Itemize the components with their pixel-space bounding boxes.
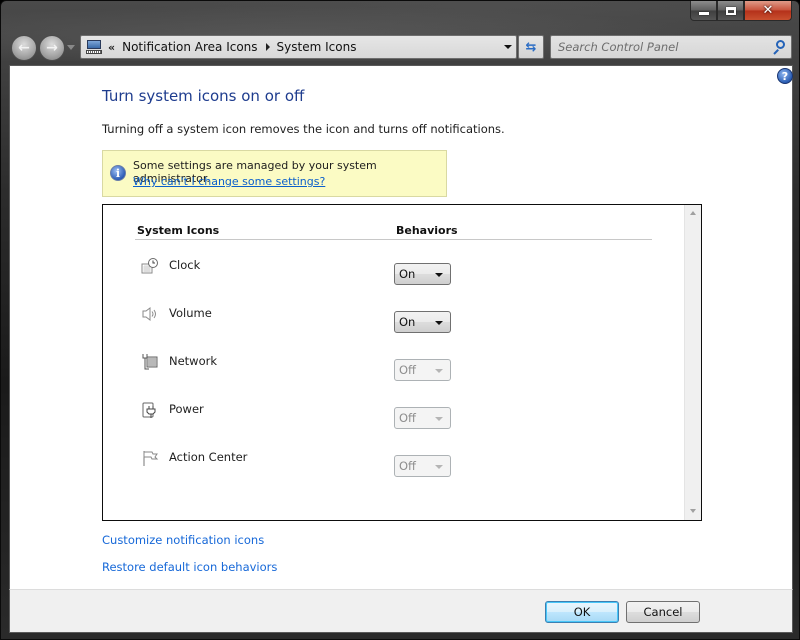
page-description: Turning off a system icon removes the ic… bbox=[102, 122, 505, 136]
select-value: Off bbox=[399, 363, 416, 377]
breadcrumb-separator-icon[interactable] bbox=[265, 43, 270, 51]
maximize-button[interactable] bbox=[717, 1, 744, 21]
flag-icon bbox=[143, 451, 159, 466]
address-history-dropdown[interactable] bbox=[504, 45, 512, 49]
row-label: Network bbox=[169, 354, 218, 368]
power-behavior-select[interactable]: Off bbox=[394, 407, 451, 429]
volume-icon bbox=[142, 307, 156, 321]
select-value: Off bbox=[399, 459, 416, 473]
row-label: Volume bbox=[169, 306, 212, 320]
help-icon[interactable]: ? bbox=[777, 68, 793, 84]
why-cant-i-change-link[interactable]: Why can't I change some settings? bbox=[133, 175, 325, 188]
power-icon bbox=[142, 402, 156, 418]
select-value: On bbox=[399, 267, 416, 281]
recent-pages-dropdown[interactable] bbox=[67, 45, 75, 50]
chevron-down-icon bbox=[435, 321, 443, 325]
volume-behavior-select[interactable]: On bbox=[394, 311, 451, 333]
system-icons-list: System Icons Behaviors Clock On Volume O… bbox=[102, 204, 702, 521]
close-button[interactable]: ✕ bbox=[744, 1, 792, 21]
search-input[interactable] bbox=[558, 40, 768, 54]
control-panel-icon bbox=[86, 40, 102, 54]
close-icon: ✕ bbox=[762, 3, 774, 18]
caption-buttons: ✕ bbox=[690, 1, 792, 21]
info-banner: i Some settings are managed by your syst… bbox=[102, 150, 447, 197]
maximize-icon bbox=[725, 6, 736, 15]
scroll-up-arrow-icon[interactable] bbox=[690, 211, 696, 215]
clock-behavior-select[interactable]: On bbox=[394, 263, 451, 285]
list-item-clock: Clock On bbox=[103, 257, 683, 287]
refresh-button[interactable]: ⇆ bbox=[518, 35, 544, 59]
list-item-power: Power Off bbox=[103, 401, 683, 431]
column-header-behaviors: Behaviors bbox=[396, 224, 458, 237]
content-pane: ? Turn system icons on or off Turning of… bbox=[9, 65, 793, 589]
list-item-action-center: Action Center Off bbox=[103, 449, 683, 479]
chevron-down-icon bbox=[435, 417, 443, 421]
search-box[interactable] bbox=[550, 35, 792, 59]
row-label: Clock bbox=[169, 258, 201, 272]
back-button[interactable]: ← bbox=[11, 35, 37, 61]
row-label: Action Center bbox=[169, 450, 248, 464]
action-center-behavior-select[interactable]: Off bbox=[394, 455, 451, 477]
address-bar[interactable]: « Notification Area Icons System Icons bbox=[80, 35, 517, 59]
customize-notification-icons-link[interactable]: Customize notification icons bbox=[102, 533, 264, 547]
minimize-icon bbox=[698, 12, 709, 15]
select-value: On bbox=[399, 315, 416, 329]
list-item-volume: Volume On bbox=[103, 305, 683, 335]
back-arrow-icon: ← bbox=[18, 40, 30, 56]
refresh-icon: ⇆ bbox=[525, 39, 537, 55]
cancel-button[interactable]: Cancel bbox=[626, 601, 700, 623]
chevron-down-icon bbox=[435, 369, 443, 373]
ok-button[interactable]: OK bbox=[545, 601, 619, 623]
control-panel-window: ✕ ← → « Notification Area Icons System I… bbox=[0, 0, 800, 640]
forward-button[interactable]: → bbox=[39, 35, 65, 61]
restore-default-icon-behaviors-link[interactable]: Restore default icon behaviors bbox=[102, 560, 277, 574]
info-icon: i bbox=[110, 165, 126, 181]
forward-arrow-icon: → bbox=[46, 40, 58, 56]
network-behavior-select[interactable]: Off bbox=[394, 359, 451, 381]
dialog-footer: OK Cancel bbox=[9, 589, 793, 633]
minimize-button[interactable] bbox=[690, 1, 717, 21]
scroll-down-arrow-icon[interactable] bbox=[690, 509, 696, 513]
breadcrumb-system-icons[interactable]: System Icons bbox=[277, 40, 357, 54]
chevron-down-icon bbox=[435, 465, 443, 469]
breadcrumb-overflow[interactable]: « bbox=[108, 41, 115, 54]
column-header-system-icons: System Icons bbox=[137, 224, 220, 237]
page-title: Turn system icons on or off bbox=[102, 87, 305, 105]
network-icon bbox=[142, 354, 158, 370]
chevron-down-icon bbox=[435, 273, 443, 277]
clock-icon bbox=[141, 258, 158, 274]
search-icon[interactable] bbox=[772, 40, 785, 55]
list-item-network: Network Off bbox=[103, 353, 683, 383]
header-divider bbox=[135, 239, 652, 240]
breadcrumb-notification-area-icons[interactable]: Notification Area Icons bbox=[122, 40, 257, 54]
list-scrollbar[interactable] bbox=[684, 205, 701, 520]
row-label: Power bbox=[169, 402, 204, 416]
select-value: Off bbox=[399, 411, 416, 425]
